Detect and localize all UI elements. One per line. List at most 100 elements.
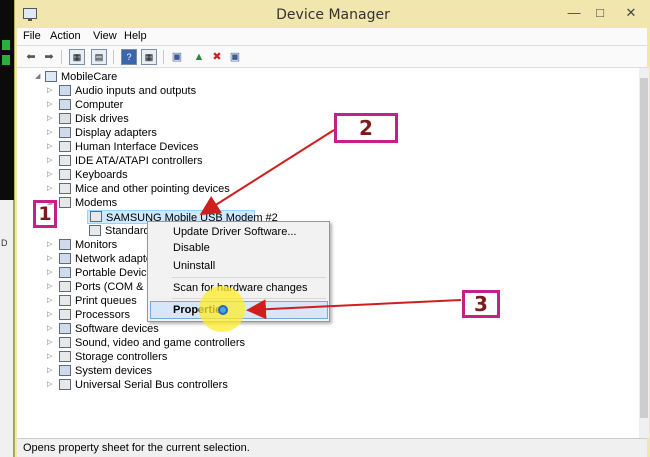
tree-item-label: Print queues [75,295,137,307]
desktop-icon [2,55,10,65]
software-device-icon [59,323,71,334]
expand-arrow-icon[interactable]: ▷ [47,322,55,336]
tree-item[interactable]: ▷ Mice and other pointing devices [47,182,347,196]
update-driver-icon[interactable]: ▲ [191,49,207,65]
port-icon [59,281,71,292]
tree-item[interactable]: ▷ Keyboards [47,168,347,182]
tree-root[interactable]: ◢ MobileCare [35,70,235,84]
expand-arrow-icon[interactable]: ▷ [47,98,55,112]
tree-item-label: IDE ATA/ATAPI controllers [75,155,203,167]
modem-icon [90,211,102,222]
tree-root-label: MobileCare [61,71,118,83]
desktop-icon [2,40,10,50]
enable-device-icon[interactable]: ▣ [227,49,243,65]
expand-arrow-icon[interactable]: ▷ [47,126,55,140]
tree-item[interactable]: ▷ Storage controllers [47,350,347,364]
tree-item[interactable]: ▷ Universal Serial Bus controllers [47,378,347,392]
audio-icon [59,85,71,96]
toolbar-separator [113,50,114,64]
annotation-step-3: 3 [462,290,500,318]
expand-arrow-icon[interactable]: ▷ [47,364,55,378]
tree-item[interactable]: ▷ Human Interface Devices [47,140,347,154]
expand-arrow-icon[interactable]: ▷ [47,112,55,126]
expand-arrow-icon[interactable]: ▷ [47,84,55,98]
show-hide-console-tree-icon[interactable]: ▦ [69,49,85,65]
menu-file[interactable]: File [23,30,41,42]
status-text: Opens property sheet for the current sel… [23,442,250,454]
tree-item-label: Network adapter [75,253,156,265]
modem-icon [59,197,71,208]
expand-arrow-icon[interactable]: ▷ [47,336,55,350]
minimize-button[interactable]: — [561,4,587,22]
scrollbar-thumb[interactable] [640,78,648,418]
menu-scan-for-hardware-changes[interactable]: Scan for hardware changes [173,280,308,296]
tree-item-modems[interactable]: ◢ Modems [47,196,347,210]
sound-icon [59,337,71,348]
menu-view[interactable]: View [93,30,117,42]
help-icon[interactable]: ? [121,49,137,65]
expand-arrow-icon[interactable]: ▷ [47,378,55,392]
tree-item[interactable]: ▷ Software devices [47,322,347,336]
expand-arrow-icon[interactable]: ▷ [47,154,55,168]
processor-icon [59,309,71,320]
toolbar-separator [163,50,164,64]
tree-item-label: Audio inputs and outputs [75,85,197,97]
maximize-button[interactable]: □ [587,4,613,22]
toolbar: ⬅ ➡ ▦ ▤ ? ▦ ▣ ▲ ✖ ▣ [17,46,647,68]
tree-item-label: System devices [75,365,153,377]
device-manager-window: Device Manager — □ ✕ File Action View He… [14,0,650,457]
tree-item-label: Display adapters [75,127,157,139]
tree-item[interactable]: ▷ Audio inputs and outputs [47,84,347,98]
expand-arrow-icon[interactable]: ▷ [47,140,55,154]
expand-arrow-icon[interactable]: ▷ [47,182,55,196]
vertical-scrollbar[interactable] [639,68,649,438]
expand-arrow-icon[interactable]: ▷ [47,350,55,364]
keyboard-icon [59,169,71,180]
computer-icon [45,71,57,82]
ide-controller-icon [59,155,71,166]
tree-item-label: Monitors [75,239,118,251]
storage-controller-icon [59,351,71,362]
expand-arrow-icon[interactable]: ▷ [47,252,55,266]
back-icon[interactable]: ⬅ [23,49,39,65]
forward-icon[interactable]: ➡ [41,49,57,65]
mouse-cursor-icon [218,305,228,315]
menu-uninstall[interactable]: Uninstall [173,258,215,274]
menu-help[interactable]: Help [124,30,147,42]
tree-item[interactable]: ▷ Computer [47,98,347,112]
monitor-icon [59,239,71,250]
tree-item[interactable]: ▷ IDE ATA/ATAPI controllers [47,154,347,168]
tree-item[interactable]: ▷ Sound, video and game controllers [47,336,347,350]
menu-disable[interactable]: Disable [173,240,210,256]
hid-icon [59,141,71,152]
tree-item-label: Storage controllers [75,351,168,363]
annotation-step-1: 1 [33,200,57,228]
expand-arrow-icon[interactable]: ▷ [47,308,55,322]
title-bar[interactable]: Device Manager — □ ✕ [15,0,650,28]
status-bar: Opens property sheet for the current sel… [17,438,647,457]
action-pane-icon[interactable]: ▦ [141,49,157,65]
tree-item-label: Mice and other pointing devices [75,183,230,195]
tree-item[interactable]: ▷ System devices [47,364,347,378]
properties-view-icon[interactable]: ▤ [91,49,107,65]
tree-item-label: Modems [75,197,118,209]
menu-action[interactable]: Action [50,30,81,42]
tree-item[interactable]: ▷ Disk drives [47,112,347,126]
window-title: Device Manager [276,7,390,23]
collapse-arrow-icon[interactable]: ◢ [35,70,43,84]
expand-arrow-icon[interactable]: ▷ [47,238,55,252]
tree-item-label: Sound, video and game controllers [75,337,245,349]
tree-item[interactable]: ▷ Display adapters [47,126,347,140]
close-button[interactable]: ✕ [615,4,647,22]
expand-arrow-icon[interactable]: ▷ [47,280,55,294]
uninstall-device-icon[interactable]: ✖ [209,49,225,65]
network-adapter-icon [59,253,71,264]
menu-separator [172,277,326,278]
expand-arrow-icon[interactable]: ▷ [47,294,55,308]
scan-hardware-icon[interactable]: ▣ [169,49,185,65]
expand-arrow-icon[interactable]: ▷ [47,168,55,182]
portable-device-icon [59,267,71,278]
menu-update-driver-software[interactable]: Update Driver Software... [173,224,297,240]
system-device-icon [59,365,71,376]
expand-arrow-icon[interactable]: ▷ [47,266,55,280]
